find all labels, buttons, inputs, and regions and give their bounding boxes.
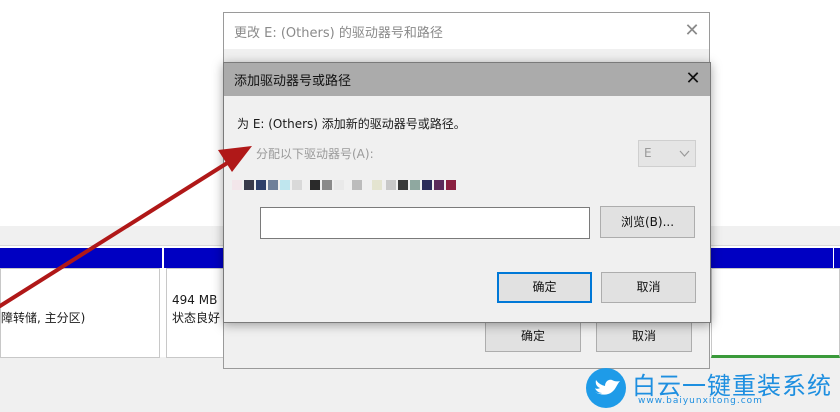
- annotation-arrow-icon: [0, 146, 252, 308]
- watermark-url: www.baiyunxitong.com: [638, 396, 763, 406]
- bird-logo-icon: [586, 368, 626, 408]
